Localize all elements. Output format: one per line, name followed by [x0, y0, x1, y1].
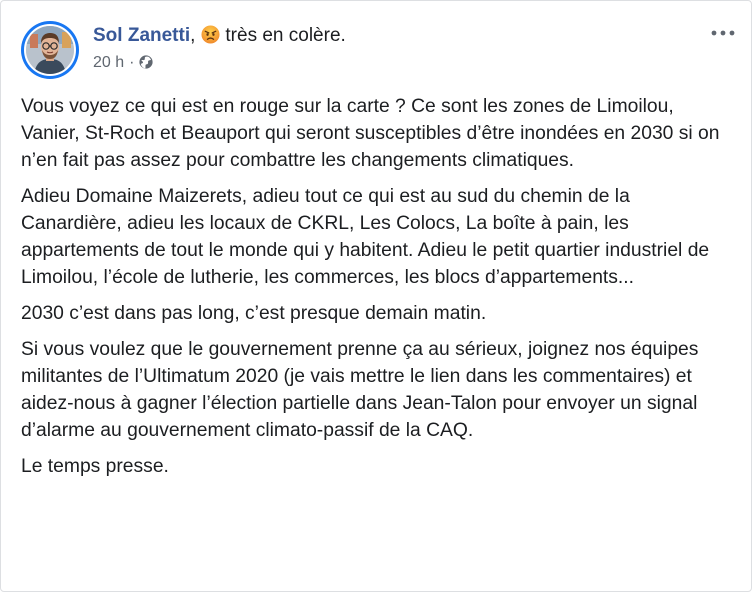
avatar-story-ring[interactable]	[21, 21, 79, 79]
post-body: Vous voyez ce qui est en rouge sur la ca…	[21, 93, 733, 489]
post-paragraph: 2030 c’est dans pas long, c’est presque …	[21, 303, 487, 324]
timestamp-link[interactable]: 20 h	[93, 54, 124, 71]
meta-separator: ·	[129, 54, 135, 71]
post-meta: 20 h ·	[93, 52, 154, 74]
post-headline: Sol Zanetti, très en colère.	[93, 23, 346, 49]
post-paragraph: Adieu Domaine Maizerets, adieu tout ce q…	[21, 186, 710, 288]
author-separator: ,	[190, 25, 196, 46]
angry-face-icon	[201, 25, 220, 44]
more-options-icon[interactable]	[709, 23, 737, 43]
post-card: Sol Zanetti, très en colère. 20 h · Vous v…	[0, 0, 752, 592]
post-paragraph: Le temps presse.	[21, 456, 169, 477]
avatar[interactable]	[24, 24, 76, 76]
avatar-photo	[26, 26, 74, 74]
post-paragraph: Si vous voulez que le gouvernement prenn…	[21, 339, 699, 441]
post-paragraph: Vous voyez ce qui est en rouge sur la ca…	[21, 96, 720, 171]
author-name-link[interactable]: Sol Zanetti	[93, 25, 190, 46]
globe-icon[interactable]	[138, 54, 154, 70]
post-header: Sol Zanetti, très en colère. 20 h ·	[1, 1, 751, 87]
feeling-text: très en colère.	[225, 25, 346, 46]
